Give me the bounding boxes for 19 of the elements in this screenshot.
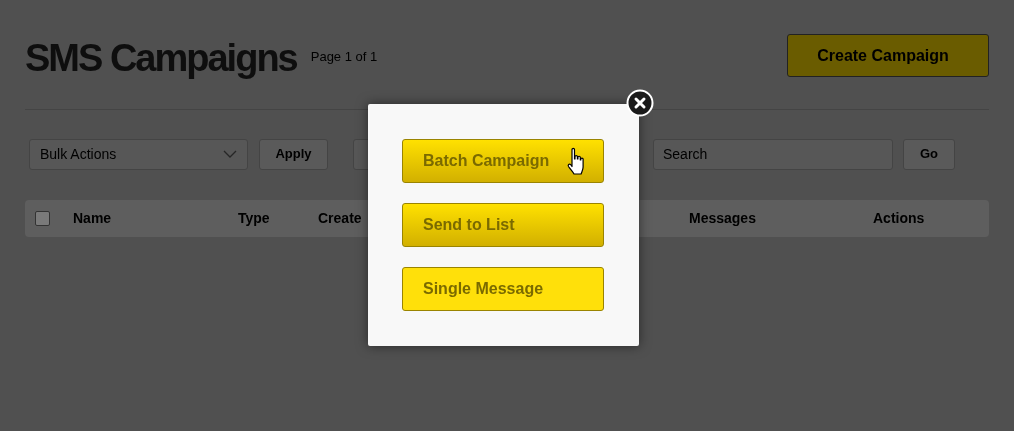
- page-info: Page 1 of 1: [310, 47, 378, 66]
- column-header: Name: [73, 210, 112, 226]
- option-button[interactable]: Send to List: [402, 203, 604, 247]
- column-header: Create: [318, 210, 362, 226]
- go-button[interactable]: Go: [903, 138, 955, 170]
- column-header: Messages: [689, 210, 756, 226]
- dropdown-placeholder: Bulk Actions: [40, 144, 117, 164]
- option-button[interactable]: Batch Campaign: [402, 139, 604, 183]
- page-title: SMS Campaigns: [25, 38, 297, 78]
- close-icon[interactable]: [626, 89, 654, 117]
- column-header: Type: [238, 210, 270, 226]
- column-header: Actions: [873, 210, 925, 226]
- create-campaign-button[interactable]: Create Campaign: [787, 34, 989, 77]
- chevron-down-icon: [223, 150, 237, 158]
- select-all-checkbox[interactable]: [35, 211, 50, 226]
- option-button[interactable]: Single Message: [402, 267, 604, 311]
- apply-button[interactable]: Apply: [259, 138, 328, 170]
- bulk-actions-dropdown[interactable]: Bulk Actions: [29, 138, 248, 170]
- search-field[interactable]: Search: [653, 138, 893, 170]
